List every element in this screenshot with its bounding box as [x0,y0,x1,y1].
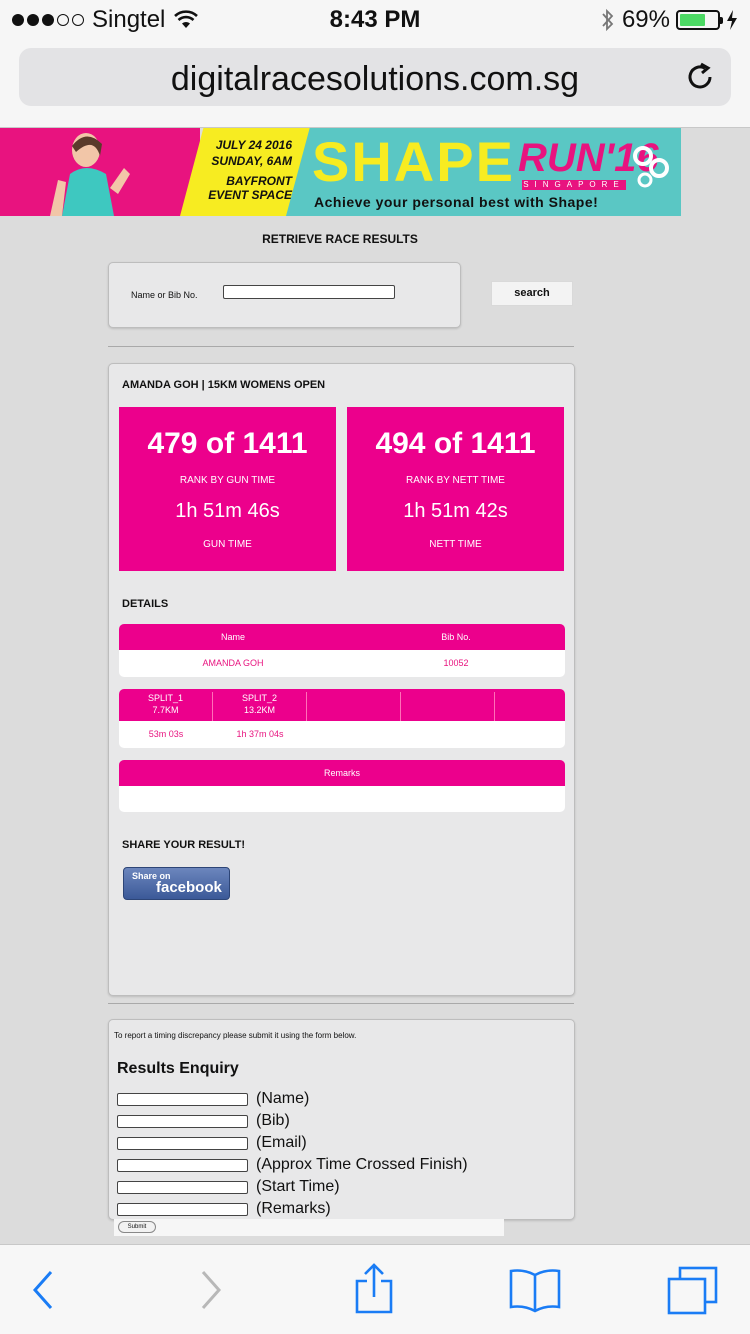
enquiry-row-email: (Email) [117,1134,307,1152]
share-heading: SHARE YOUR RESULT! [122,839,246,851]
gun-rank: 479 of 1411 [147,427,308,460]
bluetooth-icon [602,8,614,32]
reload-icon[interactable] [683,60,717,94]
banner-venue-2: EVENT SPACE [208,188,292,202]
nett-rank-label: RANK BY NETT TIME [406,475,505,486]
split-value-1: 53m 03s [148,729,184,739]
divider [108,346,574,347]
divider [108,1003,574,1004]
split-value-5 [495,721,565,748]
share-icon[interactable] [354,1263,394,1315]
table-row: AMANDA GOH 10052 [119,650,565,677]
remarks-header-row: Remarks [119,760,565,786]
enquiry-panel: To report a timing discrepancy please su… [108,1019,575,1220]
search-input[interactable] [223,285,395,299]
details-name-value: AMANDA GOH [202,658,264,668]
battery-percent: 69% [621,6,670,33]
split-header-3 [307,692,401,721]
enquiry-remarks-field[interactable] [117,1202,248,1216]
gun-rank-box: 479 of 1411 RANK BY GUN TIME 1h 51m 46s … [119,407,336,571]
facebook-share-button[interactable]: Share on facebook [123,867,230,900]
split-header-4 [401,692,495,721]
splits-table: SPLIT_1 7.7KM SPLIT_2 13.2KM 53m 03s 1h 37… [119,689,565,748]
banner-date: JULY 24 2016 [215,138,292,152]
details-header-row: Name Bib No. [119,624,565,650]
banner-date-block: JULY 24 2016 SUNDAY, 6AM BAYFRONT EVENT … [192,138,292,202]
table-row: 53m 03s 1h 37m 04s [119,721,565,748]
splits-header-row: SPLIT_1 7.7KM SPLIT_2 13.2KM [119,689,565,721]
enquiry-email-field[interactable] [117,1136,248,1150]
gun-time: 1h 51m 46s [175,500,280,522]
battery-icon [676,10,723,30]
runner-illustration [50,133,130,216]
enquiry-finish-time-field[interactable] [117,1158,248,1172]
gun-time-label: GUN TIME [203,539,252,550]
enquiry-name-field[interactable] [117,1092,248,1106]
status-bar: Singtel 8:43 PM 69% [0,0,750,40]
search-panel: Name or Bib No. [108,262,461,328]
enquiry-row-start: (Start Time) [117,1178,340,1196]
runner-title: AMANDA GOH | 15KM WOMENS OPEN [122,379,326,391]
results-panel: AMANDA GOH | 15KM WOMENS OPEN 479 of 141… [108,363,575,996]
gun-rank-label: RANK BY GUN TIME [179,475,276,486]
nett-time-label: NETT TIME [429,539,482,550]
split-value-3 [307,721,401,748]
url-text[interactable]: digitalracesolutions.com.sg [19,60,731,99]
banner-tagline: Achieve your personal best with Shape! [314,194,599,210]
details-col-bib: Bib No. [441,632,471,642]
enquiry-note: To report a timing discrepancy please su… [114,1031,357,1040]
remarks-value [119,786,565,812]
back-icon[interactable] [30,1269,56,1311]
address-bar[interactable]: digitalracesolutions.com.sg [19,48,731,106]
banner-day-time: SUNDAY, 6AM [211,154,292,168]
status-right: 69% [600,6,738,34]
enquiry-row-finish: (Approx Time Crossed Finish) [117,1156,468,1174]
split-header-5 [495,692,565,721]
remarks-header: Remarks [323,768,360,778]
search-label: Name or Bib No. [131,290,198,300]
tabs-icon[interactable] [666,1265,720,1315]
table-row [119,786,565,812]
fb-facebook: facebook [156,879,222,896]
enquiry-bib-field[interactable] [117,1114,248,1128]
remarks-table: Remarks [119,760,565,812]
details-bib-value: 10052 [443,658,469,668]
browser-toolbar [0,1244,750,1334]
nett-time: 1h 51m 42s [403,500,508,522]
split-value-2: 1h 37m 04s [236,729,284,739]
enquiry-row-name: (Name) [117,1090,309,1108]
enquiry-start-time-field[interactable] [117,1180,248,1194]
details-heading: DETAILS [122,598,169,610]
details-col-name: Name [220,632,245,642]
event-banner[interactable]: JULY 24 2016 SUNDAY, 6AM BAYFRONT EVENT … [0,128,681,216]
bookmarks-icon[interactable] [508,1267,562,1313]
browser-address-area: digitalracesolutions.com.sg [0,40,750,128]
submit-strip [114,1219,504,1236]
forward-icon[interactable] [198,1269,224,1311]
details-table: Name Bib No. AMANDA GOH 10052 [119,624,565,677]
banner-singapore: SINGAPORE [522,180,626,190]
split-header-2: SPLIT_2 13.2KM [213,692,307,721]
search-button[interactable]: search [491,281,573,306]
submit-button[interactable]: Submit [118,1221,156,1233]
enquiry-row-remarks: (Remarks) [117,1200,331,1218]
nett-rank-box: 494 of 1411 RANK BY NETT TIME 1h 51m 42s… [347,407,564,571]
banner-shape-title: SHAPE [312,130,515,193]
split-header-1: SPLIT_1 7.7KM [119,692,213,721]
banner-venue-1: BAYFRONT [226,174,292,188]
charging-icon [727,10,737,30]
enquiry-title: Results Enquiry [117,1060,239,1077]
page-title: RETRIEVE RACE RESULTS [262,232,418,246]
nett-rank: 494 of 1411 [375,427,536,460]
duo-logo-icon [633,146,669,188]
enquiry-row-bib: (Bib) [117,1112,290,1130]
split-value-4 [401,721,495,748]
